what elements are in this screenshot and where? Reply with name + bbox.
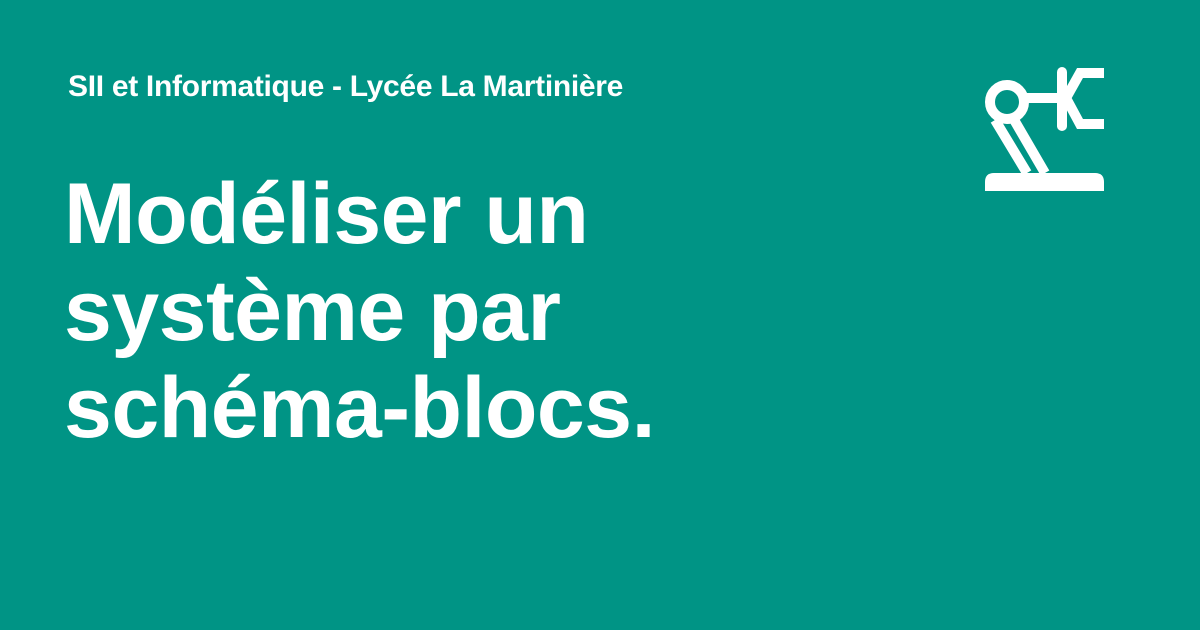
site-name: SII et Informatique - Lycée La Martinièr… — [68, 70, 624, 103]
page-title-line: système par — [64, 263, 561, 359]
page-title-line: schéma-blocs. — [64, 360, 655, 456]
page-title: Modéliser un système par schéma-blocs. — [64, 166, 964, 457]
robot-industrial-icon — [985, 67, 1104, 191]
page-title-line: Modéliser un — [64, 166, 589, 262]
